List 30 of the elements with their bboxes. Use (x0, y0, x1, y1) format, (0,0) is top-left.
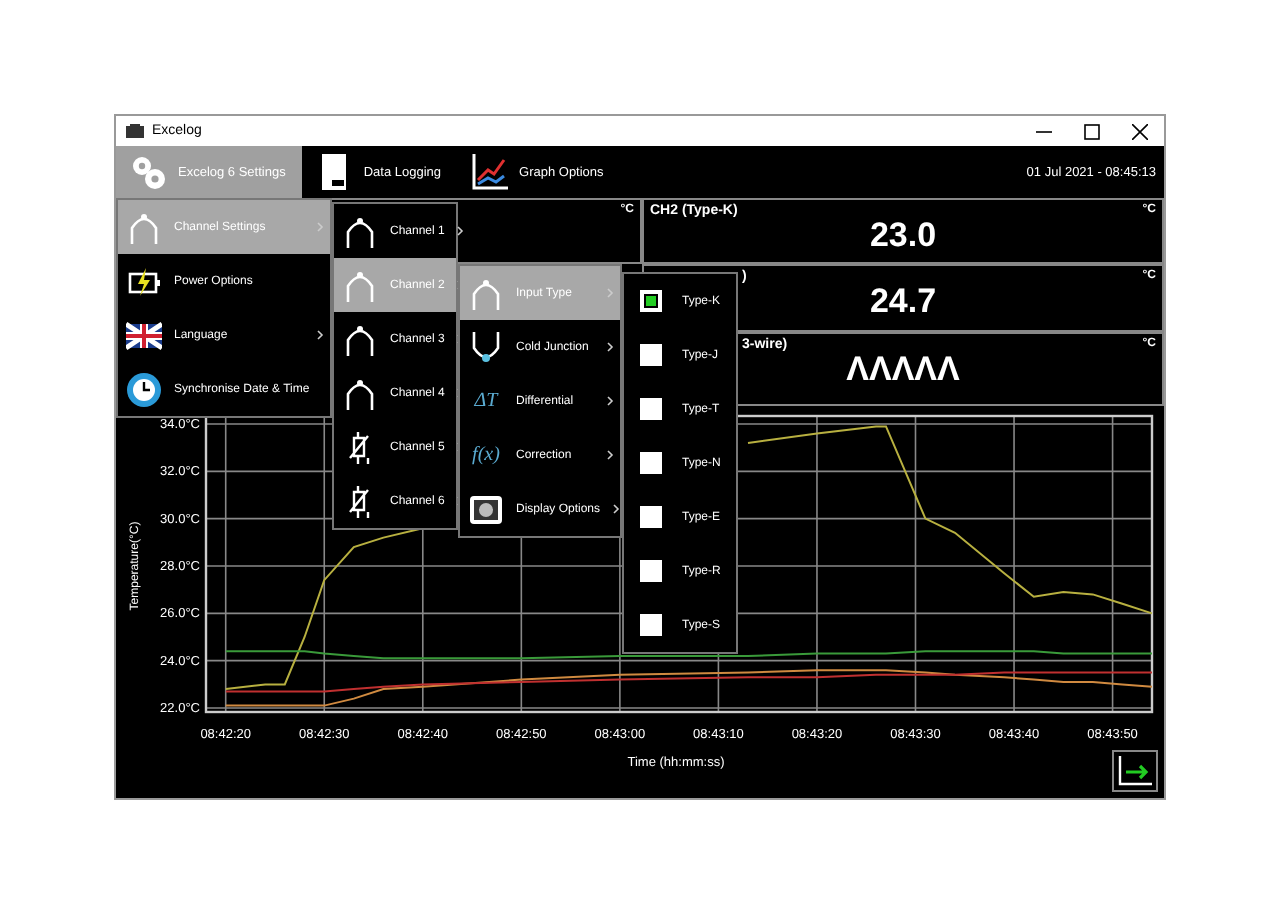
checkbox[interactable] (640, 452, 662, 474)
close-icon (1132, 123, 1148, 139)
checkbox[interactable] (640, 398, 662, 420)
reading-value: 24.7 (869, 284, 937, 320)
reading-value: 23.0 (869, 218, 937, 254)
checkbox[interactable] (640, 560, 662, 582)
clock-icon (126, 371, 162, 407)
thermocouple-icon (468, 275, 504, 311)
maximize-icon (1084, 123, 1100, 139)
flag-icon (126, 317, 162, 353)
checkbox[interactable] (640, 614, 662, 636)
checkbox[interactable] (640, 290, 662, 312)
checkbox[interactable] (640, 506, 662, 528)
display-icon (468, 491, 504, 527)
checkbox[interactable] (640, 344, 662, 366)
graph-icon (469, 152, 510, 192)
thermocouple-icon (126, 209, 162, 245)
reading-value: ΛΛΛΛΛ (846, 352, 960, 388)
junction-icon (468, 329, 504, 365)
symbol-icon: ΔT (468, 390, 504, 412)
export-graph-button[interactable] (1112, 750, 1158, 792)
battery-icon (126, 263, 162, 299)
thermocouple-icon (342, 267, 378, 303)
graph-arrow-icon (1118, 756, 1152, 786)
thermocouple-icon (342, 213, 378, 249)
thermocouple-icon (342, 321, 378, 357)
symbol-icon: f(x) (468, 444, 504, 466)
thermocouple-icon (342, 375, 378, 411)
gears-icon (128, 152, 168, 192)
app-icon (126, 124, 144, 138)
